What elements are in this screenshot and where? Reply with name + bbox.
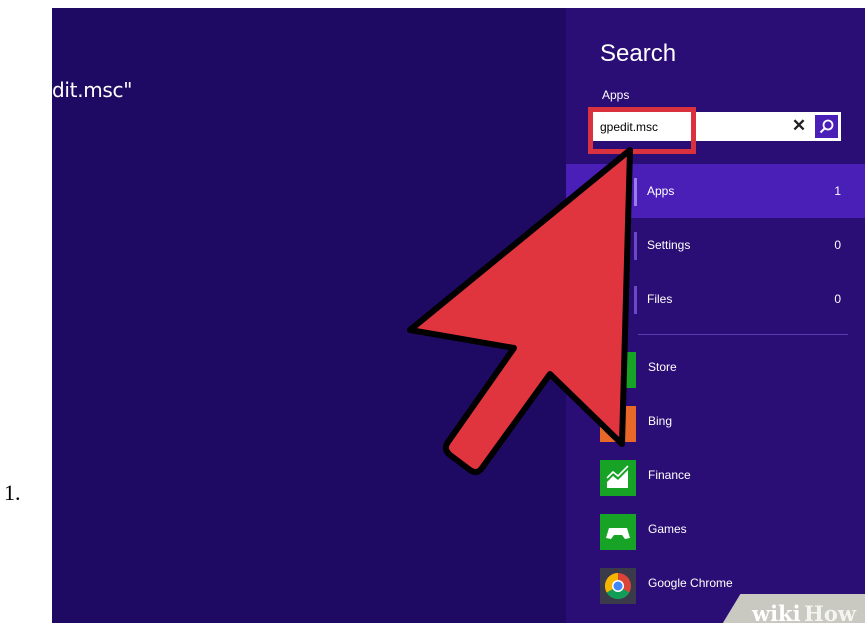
app-result-label: Store xyxy=(648,360,677,374)
store-icon xyxy=(600,352,636,388)
category-count: 0 xyxy=(834,292,841,306)
app-result-finance[interactable]: Finance xyxy=(566,460,865,514)
search-box: ✕ xyxy=(592,112,841,141)
app-result-label: Bing xyxy=(648,414,673,428)
games-icon xyxy=(600,514,636,550)
background-search-text: dit.msc" xyxy=(52,78,133,102)
watermark-wiki: wiki xyxy=(752,601,801,623)
results-divider xyxy=(638,334,848,335)
clear-search-button[interactable]: ✕ xyxy=(789,116,809,136)
wikihow-watermark: wiki How xyxy=(718,594,865,623)
category-files[interactable]: Files 0 xyxy=(566,272,865,326)
app-result-bing[interactable]: Bing xyxy=(566,406,865,460)
category-settings[interactable]: Settings 0 xyxy=(566,218,865,272)
magnifier-icon xyxy=(819,119,834,134)
watermark-how: How xyxy=(804,601,856,623)
app-result-games[interactable]: Games xyxy=(566,514,865,568)
search-charm-pane: Search Apps ✕ Apps 1 Settings 0 File xyxy=(566,8,865,623)
category-count: 1 xyxy=(834,184,841,198)
finance-icon xyxy=(600,460,636,496)
category-apps[interactable]: Apps 1 xyxy=(566,164,865,218)
category-marker xyxy=(634,286,637,314)
chrome-icon xyxy=(600,568,636,604)
pane-title: Search xyxy=(600,40,677,67)
list-number: 1. xyxy=(4,480,21,505)
category-label: Apps xyxy=(647,184,675,198)
category-marker xyxy=(634,178,637,206)
app-result-label: Finance xyxy=(648,468,691,482)
category-label: Files xyxy=(647,292,673,306)
category-count: 0 xyxy=(834,238,841,252)
category-label: Settings xyxy=(647,238,691,252)
app-result-store[interactable]: Store xyxy=(566,352,865,406)
category-marker xyxy=(634,232,637,260)
app-result-label: Google Chrome xyxy=(648,576,733,590)
windows-start-screen: dit.msc" Search Apps ✕ Apps 1 Settings 0 xyxy=(52,8,865,623)
search-button[interactable] xyxy=(815,115,838,138)
app-result-label: Games xyxy=(648,522,687,536)
search-input[interactable] xyxy=(596,116,784,137)
bing-icon xyxy=(600,406,636,442)
search-scope-label[interactable]: Apps xyxy=(602,88,629,102)
